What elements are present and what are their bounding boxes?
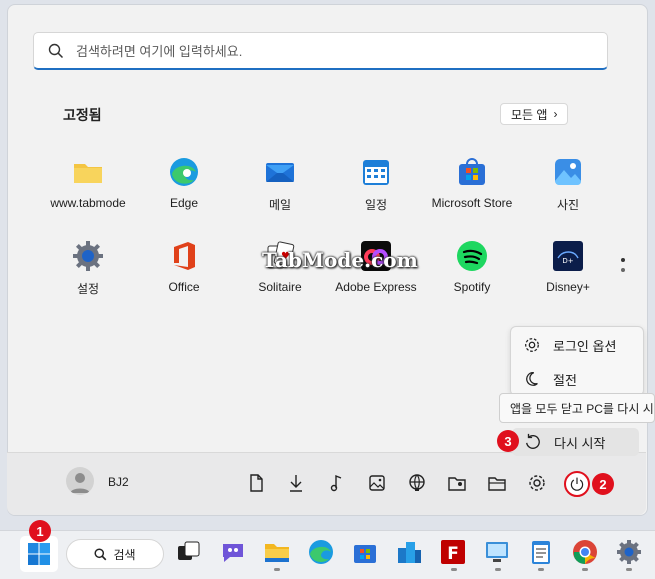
user-name: BJ2: [108, 475, 129, 489]
user-icon: [70, 473, 90, 493]
restart-icon: [526, 433, 540, 449]
search-icon: [48, 43, 64, 58]
pinned-app-office[interactable]: Office: [136, 240, 232, 294]
page-indicator[interactable]: [621, 258, 625, 278]
downloads-icon[interactable]: [286, 473, 306, 493]
calendar-icon: [363, 160, 389, 185]
power-button[interactable]: [564, 471, 590, 497]
spotify-icon: [457, 241, 487, 271]
avatar[interactable]: [66, 467, 94, 495]
file-explorer-taskbar-icon[interactable]: [263, 538, 291, 566]
step-badge-3: 3: [497, 430, 519, 452]
page-dot[interactable]: [621, 268, 625, 272]
office-icon: [174, 242, 195, 270]
buildings-app-icon[interactable]: [395, 538, 423, 566]
power-icon: [570, 477, 584, 491]
search-placeholder: 검색하려면 여기에 입력하세요.: [76, 44, 243, 59]
pinned-app-tabmode[interactable]: www.tabmode: [40, 156, 136, 210]
running-indicator: [274, 568, 280, 571]
pinned-app-photos[interactable]: 사진: [520, 156, 616, 213]
personal-folder-icon[interactable]: [447, 473, 467, 493]
folder-icon: [74, 164, 102, 183]
remote-desktop-icon[interactable]: [483, 538, 511, 566]
chat-icon[interactable]: [219, 538, 247, 566]
pinned-app-spotify[interactable]: Spotify: [424, 240, 520, 294]
pinned-app-disney-plus[interactable]: D+ Disney+: [520, 240, 616, 294]
running-indicator: [495, 568, 501, 571]
pinned-title: 고정됨: [63, 107, 102, 123]
store-taskbar-icon[interactable]: [351, 538, 379, 566]
edge-taskbar-icon[interactable]: [307, 538, 335, 566]
running-indicator: [626, 568, 632, 571]
store-icon: [459, 158, 485, 185]
gear-icon: [525, 338, 539, 352]
running-indicator: [582, 568, 588, 571]
step-badge-2: 2: [592, 473, 614, 495]
filezilla-icon[interactable]: F: [439, 538, 467, 566]
photos-icon: [555, 159, 581, 186]
step-badge-1: 1: [29, 520, 51, 542]
mail-icon: [266, 163, 294, 182]
page-dot[interactable]: [621, 258, 625, 262]
network-icon[interactable]: [407, 473, 427, 493]
chrome-icon[interactable]: [571, 538, 599, 566]
all-apps-label: 모든 앱: [511, 107, 548, 122]
all-apps-button[interactable]: 모든 앱 ›: [500, 103, 569, 125]
pinned-app-settings[interactable]: 설정: [40, 240, 136, 297]
settings-taskbar-icon[interactable]: [615, 538, 643, 566]
sign-in-options-item[interactable]: 로그인 옵션: [511, 329, 641, 361]
pinned-app-mail[interactable]: 메일: [232, 156, 328, 213]
settings-gear-icon[interactable]: [527, 473, 547, 493]
pinned-app-store[interactable]: Microsoft Store: [424, 156, 520, 210]
search-icon: [94, 547, 107, 560]
svg-text:D+: D+: [562, 257, 573, 265]
restart-tooltip: 앱을 모두 닫고 PC를 다시 시작합니다.: [499, 393, 655, 423]
file-explorer-icon[interactable]: [487, 473, 507, 493]
power-menu: 로그인 옵션 절전: [510, 326, 644, 396]
search-input[interactable]: 검색하려면 여기에 입력하세요.: [33, 32, 608, 70]
documents-icon[interactable]: [246, 473, 266, 493]
chevron-right-icon: ›: [553, 107, 558, 121]
running-indicator: [451, 568, 457, 571]
sleep-item[interactable]: 절전: [511, 363, 641, 395]
windows-logo-icon: [28, 543, 50, 565]
disney-plus-icon: D+: [553, 241, 583, 271]
task-view-icon[interactable]: [175, 538, 203, 566]
pinned-app-calendar[interactable]: 일정: [328, 156, 424, 213]
moon-icon: [526, 372, 538, 386]
edge-icon: [170, 158, 198, 186]
svg-text:F: F: [447, 544, 459, 564]
settings-icon: [73, 241, 103, 271]
pictures-icon[interactable]: [367, 473, 387, 493]
restart-item[interactable]: 다시 시작: [512, 428, 639, 456]
music-icon[interactable]: [327, 473, 347, 493]
pinned-app-edge[interactable]: Edge: [136, 156, 232, 210]
taskbar-search[interactable]: 검색: [66, 539, 164, 569]
watermark-text: TabMode.com: [262, 248, 418, 272]
running-indicator: [538, 568, 544, 571]
notepad-icon[interactable]: [527, 538, 555, 566]
